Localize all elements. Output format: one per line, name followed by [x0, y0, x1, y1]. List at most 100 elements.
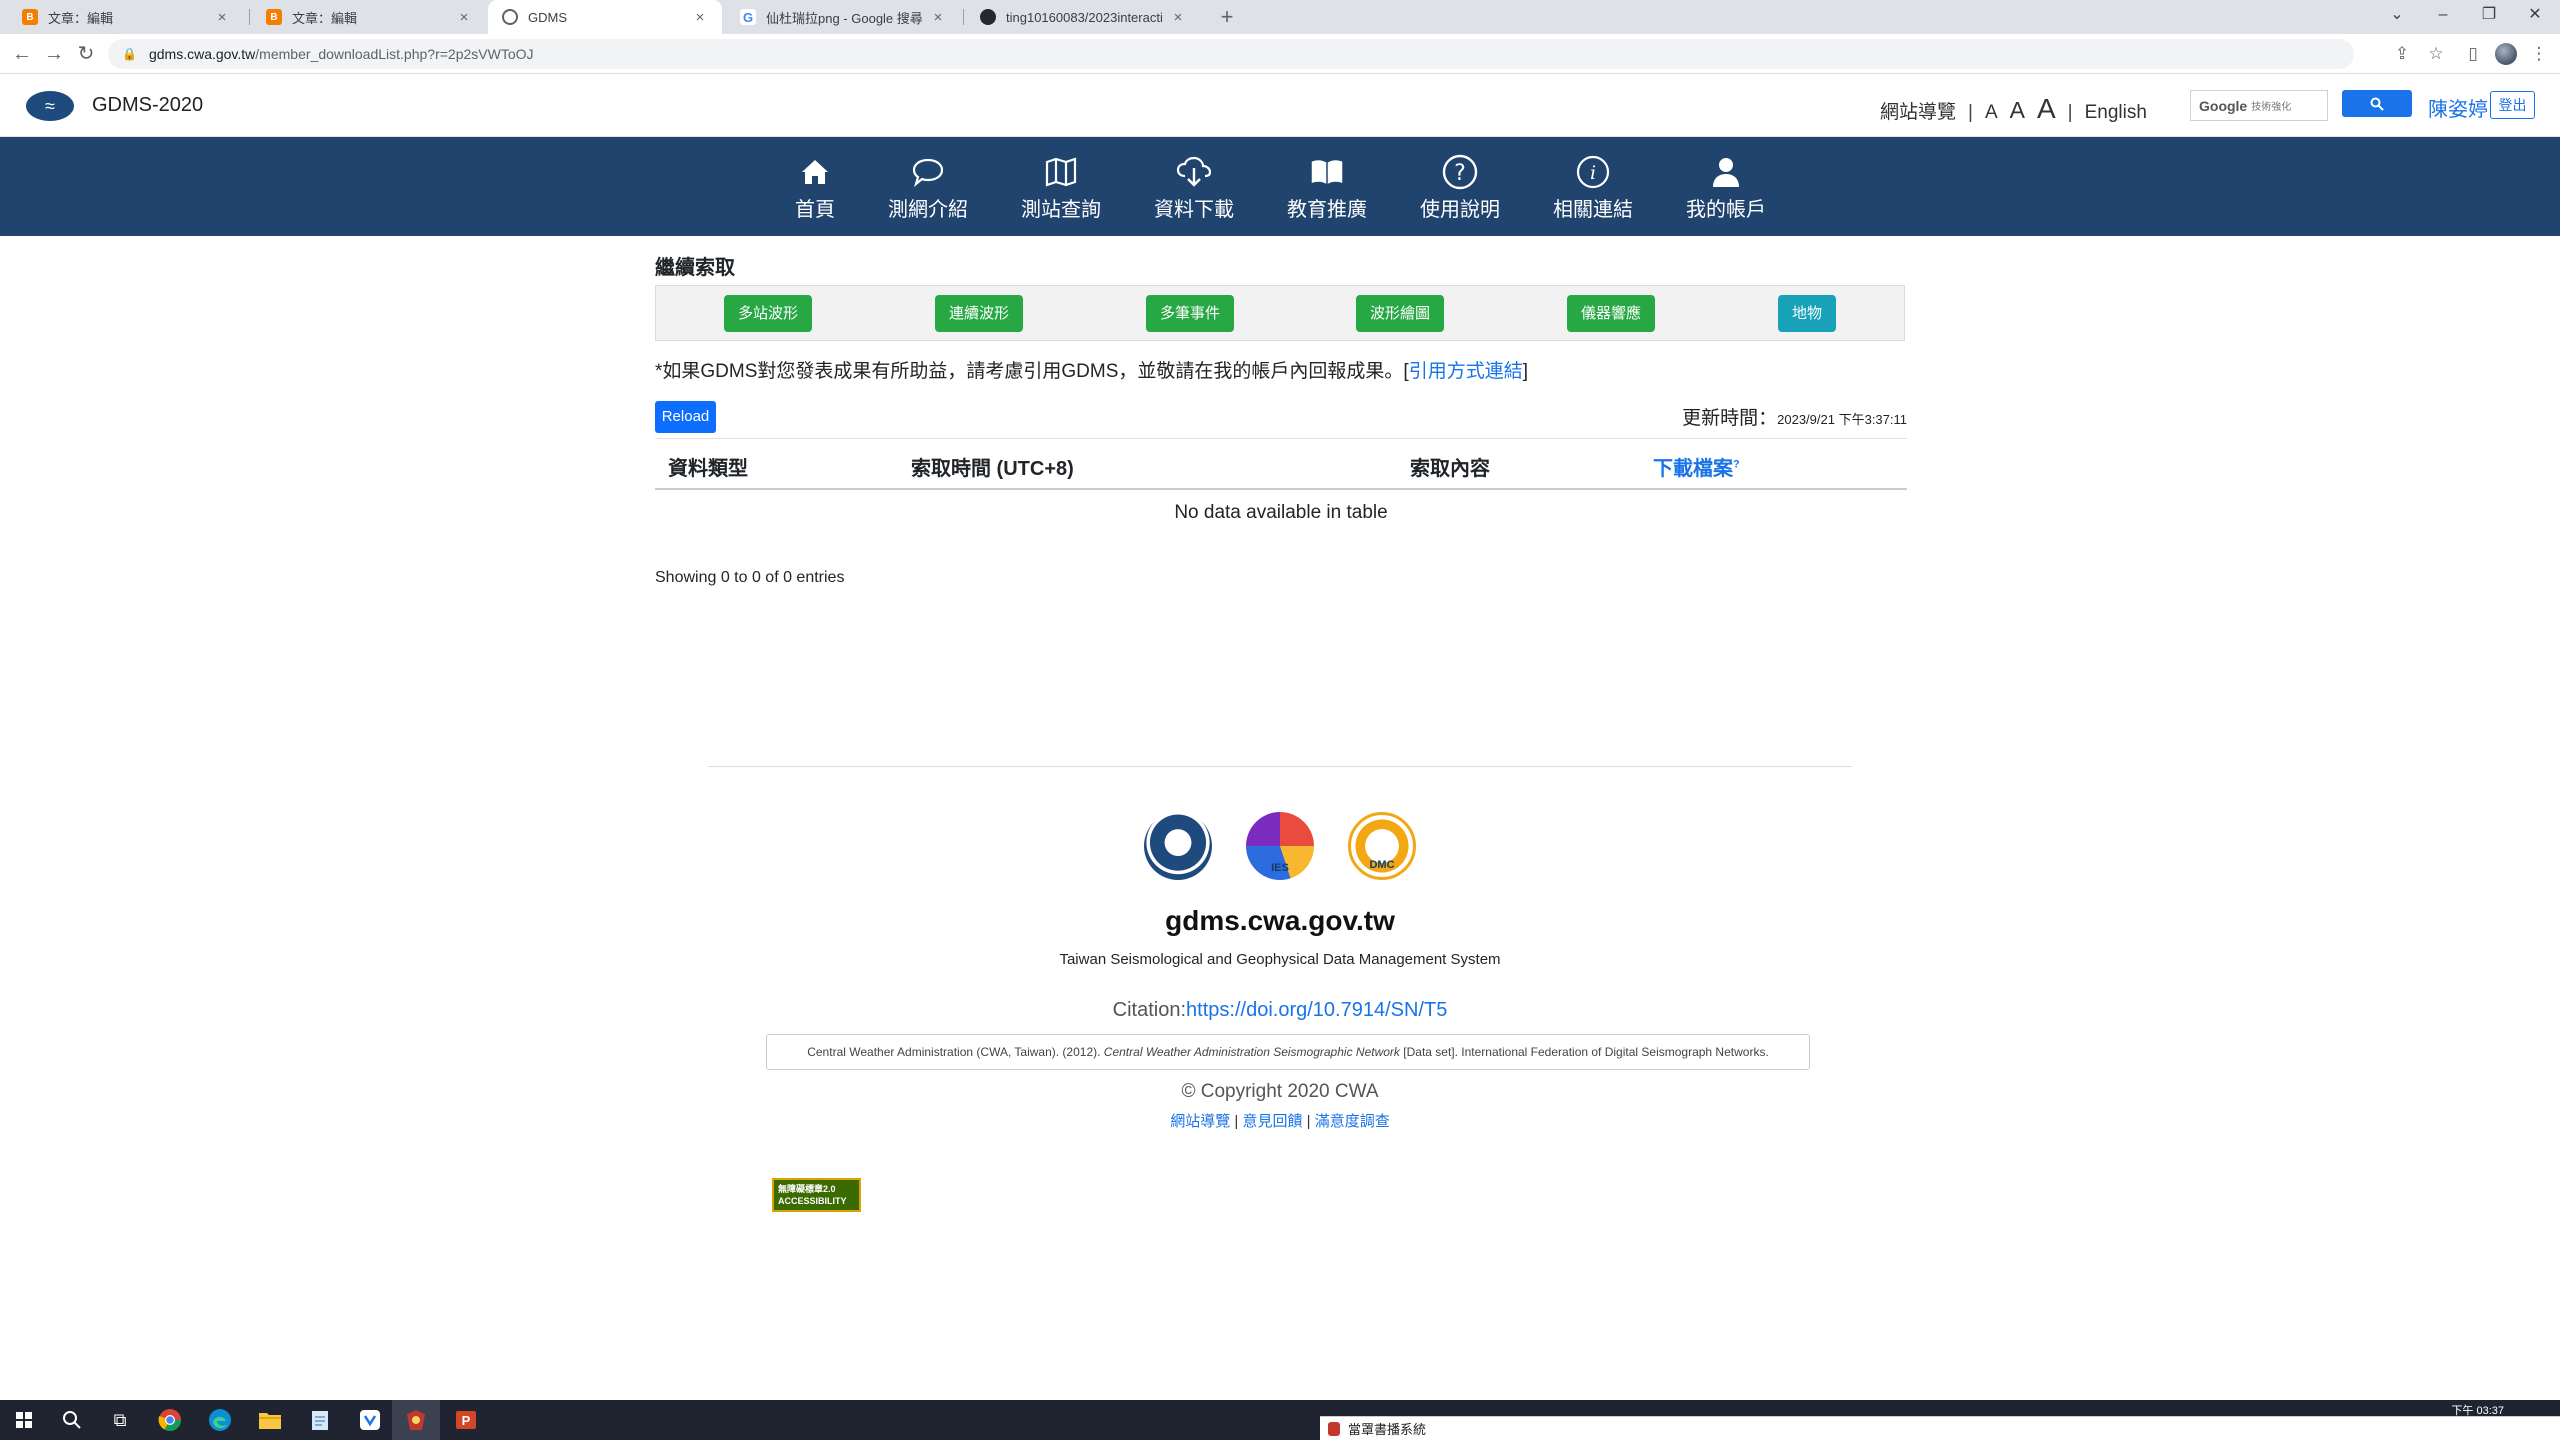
reload-button[interactable]: Reload — [655, 401, 716, 433]
edge-icon[interactable] — [206, 1406, 234, 1434]
multi-station-waveform-button[interactable]: 多站波形 — [724, 295, 813, 332]
notepad-icon[interactable] — [306, 1406, 334, 1434]
tab-search-icon[interactable]: ⌄ — [2374, 0, 2420, 34]
citation-link[interactable]: 引用方式連結 — [1409, 361, 1523, 382]
close-icon[interactable]: × — [1170, 9, 1186, 26]
close-icon[interactable]: × — [930, 9, 946, 26]
instrument-response-button[interactable]: 儀器響應 — [1567, 295, 1656, 332]
side-panel-icon[interactable]: ▯ — [2461, 42, 2485, 66]
nav-item-user-guide[interactable]: ? 使用說明 — [1405, 153, 1515, 222]
blogger-icon: B — [266, 9, 282, 25]
cwa-emblem-logo — [1144, 812, 1212, 880]
file-explorer-icon[interactable] — [256, 1406, 284, 1434]
close-icon[interactable]: × — [214, 9, 230, 26]
doi-link[interactable]: https://doi.org/10.7914/SN/T5 — [1186, 999, 1447, 1021]
tab-divider — [963, 9, 964, 25]
section-title: 繼續索取 — [655, 257, 735, 279]
new-tab-button[interactable]: + — [1214, 4, 1240, 30]
citation-box: Central Weather Administration (CWA, Tai… — [766, 1034, 1810, 1070]
font-size-large[interactable]: A — [2037, 93, 2056, 125]
search-button[interactable] — [2342, 90, 2412, 117]
forward-icon[interactable]: → — [40, 40, 68, 68]
accessibility-badge[interactable]: 無障礙標章2.0 ACCESSIBILITY — [772, 1178, 861, 1212]
badge-line-2: ACCESSIBILITY — [778, 1196, 847, 1206]
font-size-small[interactable]: A — [1985, 102, 1998, 124]
help-icon[interactable]: ? — [1733, 458, 1740, 470]
browser-tab[interactable]: ting10160083/2023interaction × — [966, 0, 1200, 34]
footer-divider — [708, 766, 1852, 767]
notification-toast[interactable]: 當罩書播系統 — [1320, 1416, 2560, 1440]
address-bar[interactable]: 🔒 gdms.cwa.gov.tw/member_downloadList.ph… — [108, 39, 2354, 69]
windows-start-icon[interactable] — [10, 1406, 38, 1434]
logout-button[interactable]: 登出 — [2490, 91, 2535, 119]
nav-item-home[interactable]: 首頁 — [760, 153, 870, 222]
cite-pre: Central Weather Administration (CWA, Tai… — [807, 1045, 1101, 1059]
back-icon[interactable]: ← — [8, 40, 36, 68]
book-icon — [1305, 153, 1349, 191]
browser-tab[interactable]: B 文章：編輯 × — [252, 0, 486, 34]
powerpoint-icon[interactable]: P — [452, 1406, 480, 1434]
bookmark-star-icon[interactable]: ☆ — [2424, 42, 2448, 66]
minimize-icon[interactable]: – — [2420, 0, 2466, 34]
reload-icon[interactable]: ↻ — [72, 40, 100, 68]
waveform-plot-button[interactable]: 波形繪圖 — [1356, 295, 1445, 332]
footer-link-feedback[interactable]: 意見回饋 — [1242, 1113, 1302, 1130]
multi-event-button[interactable]: 多筆事件 — [1146, 295, 1235, 332]
menu-kebab-icon[interactable]: ⋮ — [2527, 42, 2551, 66]
table-info: Showing 0 to 0 of 0 entries — [655, 569, 845, 586]
nav-item-station-search[interactable]: 測站查詢 — [1006, 153, 1116, 222]
app-icon[interactable] — [356, 1406, 384, 1434]
system-clock[interactable]: 下午 03:37 — [2436, 1402, 2504, 1418]
column-header-request-time[interactable]: 索取時間 (UTC+8) — [911, 452, 1074, 481]
lock-icon: 🔒 — [122, 47, 137, 61]
nav-item-education[interactable]: 教育推廣 — [1272, 153, 1382, 222]
font-size-medium[interactable]: A — [2010, 97, 2025, 124]
site-name[interactable]: GDMS-2020 — [92, 94, 203, 117]
table-header: 資料類型 索取時間 (UTC+8) 索取內容 下載檔案? — [655, 438, 1907, 490]
column-header-data-type[interactable]: 資料類型 — [668, 452, 748, 481]
restore-icon[interactable]: ❐ — [2466, 0, 2512, 34]
cloud-download-icon — [1172, 153, 1216, 191]
tab-title: 文章：編輯 — [48, 10, 114, 26]
english-link[interactable]: English — [2085, 102, 2147, 124]
username-link[interactable]: 陳姿婷 — [2428, 93, 2488, 122]
browser-tab[interactable]: G 仙杜瑞拉png - Google 搜尋 × — [726, 0, 960, 34]
chrome-icon[interactable] — [156, 1406, 184, 1434]
google-sublabel: 技術強化 — [2251, 102, 2292, 113]
download-header-label: 下載檔案 — [1653, 458, 1733, 480]
nav-label: 教育推廣 — [1287, 199, 1367, 221]
nav-item-related-links[interactable]: i 相關連結 — [1538, 153, 1648, 222]
column-header-download[interactable]: 下載檔案? — [1653, 452, 1740, 481]
geophysics-button[interactable]: 地物 — [1778, 295, 1837, 332]
close-icon[interactable]: × — [456, 9, 472, 26]
browser-tab[interactable]: B 文章：編輯 × — [8, 0, 244, 34]
nav-item-my-account[interactable]: 我的帳戶 — [1671, 153, 1781, 222]
profile-avatar[interactable] — [2495, 43, 2517, 65]
app-icon[interactable] — [402, 1406, 430, 1434]
separator: | — [1234, 1113, 1239, 1130]
sitemap-link[interactable]: 網站導覽 — [1880, 97, 1956, 124]
site-header: ≈ GDMS-2020 網站導覽 | A A A | English Googl… — [0, 75, 2560, 137]
blogger-icon: B — [22, 9, 38, 25]
browser-tab-active[interactable]: GDMS × — [488, 0, 722, 34]
update-time-label: 更新時間： — [1682, 408, 1778, 429]
site-search-input[interactable]: Google 技術強化 — [2190, 90, 2328, 121]
url-host: gdms.cwa.gov.tw — [148, 46, 256, 62]
nav-item-network-intro[interactable]: 測網介紹 — [873, 153, 983, 222]
share-icon[interactable]: ⇪ — [2390, 42, 2414, 66]
toast-text: 當罩書播系統 — [1348, 1422, 1427, 1437]
footer-link-survey[interactable]: 滿意度調查 — [1315, 1113, 1390, 1130]
logo-label: IES — [1271, 862, 1289, 874]
task-view-icon[interactable]: ⧉ — [106, 1406, 134, 1434]
close-icon[interactable]: × — [692, 9, 708, 26]
cwa-logo[interactable]: ≈ — [26, 91, 74, 121]
search-icon[interactable] — [58, 1406, 86, 1434]
chat-bubble-icon — [906, 153, 950, 191]
continuous-waveform-button[interactable]: 連續波形 — [935, 295, 1024, 332]
nav-label: 相關連結 — [1553, 199, 1633, 221]
footer-link-sitemap[interactable]: 網站導覽 — [1170, 1113, 1230, 1130]
footer-links: 網站導覽 | 意見回饋 | 滿意度調查 — [0, 1110, 2560, 1131]
column-header-request-content[interactable]: 索取內容 — [1410, 452, 1490, 481]
nav-item-data-download[interactable]: 資料下載 — [1139, 153, 1249, 222]
window-close-icon[interactable]: ✕ — [2512, 0, 2558, 34]
